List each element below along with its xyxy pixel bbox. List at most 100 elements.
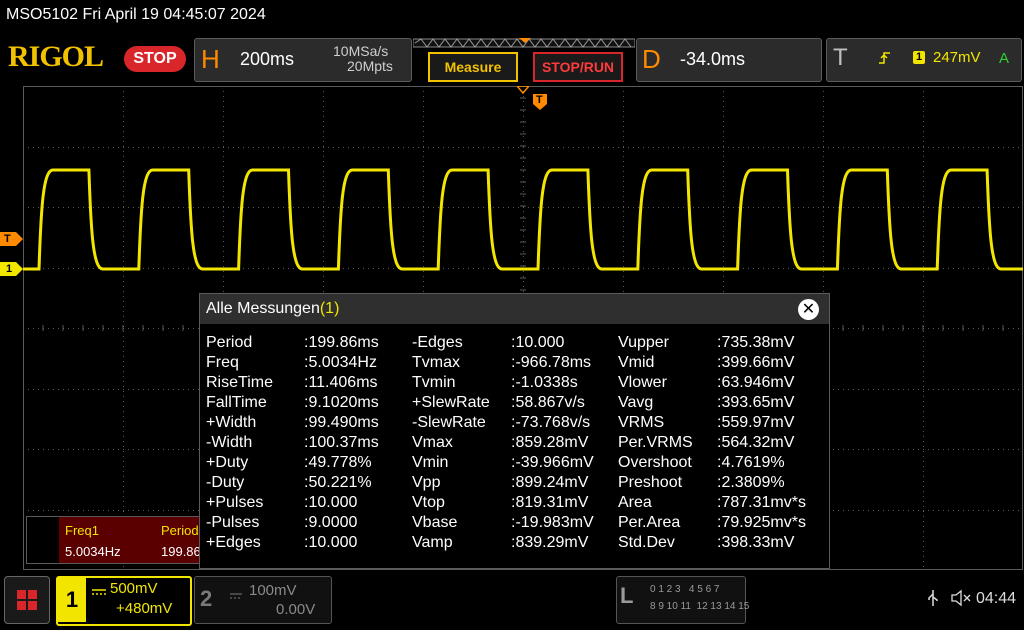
measurement-value: :4.7619% <box>717 454 785 471</box>
measurement-value: :839.29mV <box>511 534 589 551</box>
delay-letter: D <box>642 44 661 74</box>
measurement-value: :10.000 <box>511 334 565 351</box>
delay-value: -34.0ms <box>680 49 746 69</box>
measurement-name: Vamp <box>412 534 453 551</box>
trigger-level: 247mV <box>933 49 981 66</box>
measurement-value: :393.65mV <box>717 394 795 411</box>
dialog-titlebar[interactable]: Alle Messungen(1) ✕ <box>200 294 829 324</box>
measurement-name: -Pulses <box>206 514 260 531</box>
measurement-value: :79.925mv*s <box>717 514 806 531</box>
title-bar: MSO5102 Fri April 19 04:45:07 2024 <box>0 0 1024 32</box>
stop-run-button[interactable]: STOP/RUN <box>533 52 623 82</box>
measurement-name: Vmax <box>412 434 453 451</box>
measurement-name: Std.Dev <box>618 534 675 551</box>
clock-time: 04:44 <box>976 590 1017 607</box>
timebase-value: 200ms <box>240 49 295 69</box>
measurement-name: -Width <box>206 434 253 451</box>
measure-button[interactable]: Measure <box>428 52 518 82</box>
freq-measure-label: Freq1 <box>65 523 99 538</box>
measurement-value: :399.66mV <box>717 354 795 371</box>
freq-measure-value: 5.0034Hz <box>65 544 121 559</box>
measurement-value: :50.221% <box>304 474 372 491</box>
measurement-value: :9.0000 <box>304 514 358 531</box>
measurement-name: +SlewRate <box>412 394 490 411</box>
trigger-time-marker-label: T <box>536 94 543 106</box>
measurement-name: Tvmin <box>412 374 456 391</box>
dialog-title-text: Alle Messungen <box>206 300 320 317</box>
memory-overview-strip <box>413 38 635 48</box>
trigger-mode: A <box>999 50 1010 67</box>
measurement-name: Preshoot <box>618 474 683 491</box>
trigger-position-arrow <box>517 86 529 94</box>
measurement-value: :58.867v/s <box>511 394 585 411</box>
measurement-name: +Edges <box>206 534 261 551</box>
measurement-value: :559.97mV <box>717 414 795 431</box>
channel2-number: 2 <box>200 586 213 611</box>
measurement-name: VRMS <box>618 414 665 431</box>
measurement-value: :-19.983mV <box>511 514 594 531</box>
measurement-name: Area <box>618 494 652 511</box>
measurement-value: :199.86ms <box>304 334 379 351</box>
dialog-title: Alle Messungen(1) <box>206 300 339 318</box>
device-datetime: MSO5102 Fri April 19 04:45:07 2024 <box>6 6 266 23</box>
rigol-logo: RIGOL <box>8 40 104 73</box>
run-status-badge[interactable]: STOP <box>124 46 186 72</box>
measurement-value: :5.0034Hz <box>304 354 377 371</box>
measurement-name: Period <box>206 334 253 351</box>
measurement-value: :10.000 <box>304 494 358 511</box>
measurement-value: :787.31mv*s <box>717 494 806 511</box>
all-measurements-dialog: Alle Messungen(1) ✕ Period :199.86ms Freq:… <box>199 293 830 569</box>
measurement-name: Vlower <box>618 374 667 391</box>
rising-edge-icon <box>879 52 890 64</box>
trigger-level-marker-label: T <box>4 233 11 245</box>
measurement-value: :63.946mV <box>717 374 795 391</box>
horizontal-letter: H <box>201 44 220 74</box>
usb-icon <box>928 590 938 606</box>
measurement-name: Tvmax <box>412 354 460 371</box>
measurement-value: :11.406ms <box>304 374 378 391</box>
measurement-value: :-1.0338s <box>511 374 578 391</box>
measurement-name: RiseTime <box>206 374 273 391</box>
speaker-muted-icon[interactable] <box>950 589 972 607</box>
measurement-value: :9.1020ms <box>304 394 379 411</box>
measurement-name: -Edges <box>412 334 463 351</box>
measure-result-bar: Freq1 5.0034Hz Period 199.86 <box>26 516 204 564</box>
measurement-name: +Duty <box>206 454 249 471</box>
measurement-name: FallTime <box>206 394 267 411</box>
measurement-name: Vavg <box>618 394 654 411</box>
measurement-value: :-39.966mV <box>511 454 594 471</box>
measurement-name: Vupper <box>618 334 669 351</box>
measurement-value: :564.32mV <box>717 434 795 451</box>
period-measure-label: Period <box>161 523 199 538</box>
logic-channels-row1: 0 1 2 3 4 5 6 7 <box>650 584 720 595</box>
measurement-name: Vbase <box>412 514 458 531</box>
measurement-value: :-966.78ms <box>511 354 592 371</box>
measurement-name: Overshoot <box>618 454 692 471</box>
menu-grid-icon <box>17 590 37 610</box>
measurement-value: :10.000 <box>304 534 358 551</box>
trigger-letter: T <box>833 44 848 71</box>
measurement-name: +Width <box>206 414 257 431</box>
channel1-offset-marker-label: 1 <box>6 263 13 275</box>
dialog-title-count: (1) <box>319 300 340 317</box>
trigger-source-badge: 1 <box>913 51 925 64</box>
period-measure-value: 199.86 <box>161 544 201 559</box>
measurement-value: :735.38mV <box>717 334 795 351</box>
logic-channels-row2: 8 9 10 11 12 13 14 15 <box>650 601 750 612</box>
channel2-scale: 100mV <box>249 582 297 599</box>
measurement-name: Freq <box>206 354 239 371</box>
measurement-value: :2.3809% <box>717 474 785 491</box>
channel2-offset: 0.00V <box>276 601 316 618</box>
measurement-name: +Pulses <box>206 494 264 511</box>
measurement-name: -SlewRate <box>412 414 486 431</box>
memory-depth: 20Mpts <box>347 58 393 74</box>
logic-letter: L <box>620 583 634 608</box>
close-icon[interactable]: ✕ <box>798 299 819 320</box>
channel1-number: 1 <box>58 578 86 622</box>
measurement-value: :859.28mV <box>511 434 589 451</box>
dc-coupling-icon <box>92 583 106 595</box>
measurement-name: Vmid <box>618 354 655 371</box>
menu-button[interactable] <box>4 576 50 624</box>
measurement-name: Vpp <box>412 474 441 491</box>
measurement-name: -Duty <box>206 474 245 491</box>
